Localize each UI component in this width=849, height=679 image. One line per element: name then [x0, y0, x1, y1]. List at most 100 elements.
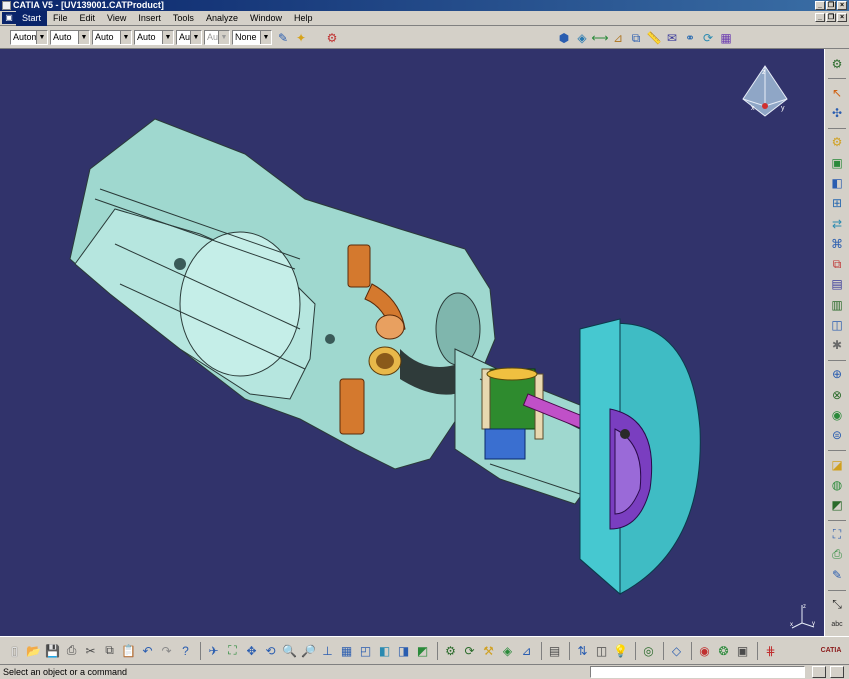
paint-brush-icon[interactable]: ✎	[275, 30, 291, 46]
save-icon[interactable]: 💾	[44, 642, 61, 660]
line-thickness-combo[interactable]: Auto ▼	[92, 30, 132, 45]
shading-icon[interactable]: ◧	[376, 642, 393, 660]
fly-mode-icon[interactable]: ✈	[205, 642, 222, 660]
chevron-down-icon[interactable]: ▼	[36, 31, 47, 44]
annotation-icon[interactable]: ✉	[664, 30, 680, 46]
zoom-in-icon[interactable]: 🔍	[281, 642, 298, 660]
compare-icon[interactable]: ⧉	[628, 30, 644, 46]
chevron-down-icon[interactable]: ▼	[78, 31, 89, 44]
print-icon[interactable]: ⎙	[63, 642, 80, 660]
existing-component-icon[interactable]: ⊞	[828, 195, 846, 212]
close-button[interactable]: ×	[837, 1, 847, 10]
redo-icon[interactable]: ↷	[158, 642, 175, 660]
restore-button[interactable]: ❐	[826, 1, 836, 10]
design-mode-icon[interactable]: ⚒	[480, 642, 497, 660]
chevron-down-icon[interactable]: ▼	[190, 31, 201, 44]
new-product-icon[interactable]: ▣	[828, 154, 846, 171]
end-disc[interactable]	[579, 318, 701, 596]
command-input[interactable]	[590, 666, 805, 678]
iso-view-icon[interactable]: ◰	[357, 642, 374, 660]
doc-minimize-button[interactable]: _	[815, 13, 825, 22]
zoom-out-icon[interactable]: 🔎	[300, 642, 317, 660]
sync-icon[interactable]: ⟳	[700, 30, 716, 46]
links-icon[interactable]: ⚭	[682, 30, 698, 46]
clash-icon[interactable]: ⬢	[556, 30, 572, 46]
annotation-text-icon[interactable]: ✎	[828, 566, 846, 583]
grid-icon[interactable]: ▦	[718, 30, 734, 46]
coincidence-icon[interactable]: ⊗	[828, 386, 846, 403]
isolate-icon[interactable]: ◫	[593, 642, 610, 660]
studio-icon[interactable]: ▣	[734, 642, 751, 660]
manipulate-icon[interactable]: ✣	[828, 105, 846, 122]
axis-system-icon[interactable]: ⤡	[828, 595, 846, 612]
hide-show-icon[interactable]: ◨	[395, 642, 412, 660]
chevron-down-icon[interactable]: ▼	[162, 31, 173, 44]
paste-icon[interactable]: 📋	[120, 642, 137, 660]
split-icon[interactable]: ◪	[828, 456, 846, 473]
reorder-icon[interactable]: ⇅	[574, 642, 591, 660]
menu-analyze[interactable]: Analyze	[200, 11, 244, 26]
bill-of-material-icon[interactable]: ▥	[828, 296, 846, 313]
cut-icon[interactable]: ✂	[82, 642, 99, 660]
new-component-icon[interactable]: ⚙	[828, 134, 846, 151]
assembly-constraint-icon[interactable]: ⚙	[442, 642, 459, 660]
point-type-combo[interactable]: Aut ▼	[176, 30, 202, 45]
assembly-model[interactable]	[0, 49, 824, 636]
menu-tools[interactable]: Tools	[167, 11, 200, 26]
environment-icon[interactable]: ❂	[715, 642, 732, 660]
compass-widget[interactable]: x y z	[735, 64, 795, 124]
multi-instantiation-icon[interactable]: ⧉	[828, 255, 846, 272]
chevron-down-icon[interactable]: ▼	[120, 31, 131, 44]
hole-icon[interactable]: ◍	[828, 476, 846, 493]
visualization-mode-icon[interactable]: ◈	[499, 642, 516, 660]
layer-combo[interactable]: None ▼	[232, 30, 272, 45]
power-input-button[interactable]	[830, 666, 844, 678]
replace-component-icon[interactable]: ⇄	[828, 215, 846, 232]
publication-icon[interactable]: ◫	[828, 316, 846, 333]
rotate-icon[interactable]: ⟲	[262, 642, 279, 660]
menu-help[interactable]: Help	[288, 11, 319, 26]
select-arrow-icon[interactable]: ↖	[828, 84, 846, 101]
measure-icon[interactable]: ⊿	[610, 30, 626, 46]
layers-icon[interactable]: ◇	[668, 642, 685, 660]
swap-visible-icon[interactable]: ◩	[414, 642, 431, 660]
properties-icon[interactable]: ⚙	[324, 30, 340, 46]
line-type-combo[interactable]: Auto ▼	[134, 30, 174, 45]
document-icon[interactable]: ▣	[2, 12, 16, 24]
fit-all-icon[interactable]: ⛶	[224, 642, 241, 660]
new-part-icon[interactable]: ◧	[828, 174, 846, 191]
3d-viewport[interactable]: x y z z y x	[0, 49, 824, 636]
menu-file[interactable]: File	[47, 11, 74, 26]
offset-icon[interactable]: ⊜	[828, 427, 846, 444]
menu-insert[interactable]: Insert	[132, 11, 167, 26]
contact-icon[interactable]: ◉	[828, 406, 846, 423]
normal-view-icon[interactable]: ⊥	[319, 642, 336, 660]
graph-tree-icon[interactable]: ⌘	[828, 235, 846, 252]
cycle-icon[interactable]: ◎	[640, 642, 657, 660]
catia-app-icon[interactable]	[2, 1, 11, 10]
chevron-down-icon[interactable]: ▼	[260, 31, 271, 44]
copy-icon[interactable]: ⧉	[101, 642, 118, 660]
minimize-button[interactable]: _	[815, 1, 825, 10]
lamp-icon[interactable]: 💡	[612, 642, 629, 660]
open-folder-icon[interactable]: 📂	[25, 642, 42, 660]
scene-icon[interactable]: ⛶	[828, 526, 846, 543]
painter-icon[interactable]: ✦	[293, 30, 309, 46]
command-history-button[interactable]	[812, 666, 826, 678]
abc-text-icon[interactable]: abc	[828, 616, 846, 633]
section-icon[interactable]: ◈	[574, 30, 590, 46]
whats-this-icon[interactable]: ?	[177, 642, 194, 660]
pocket-icon[interactable]: ◩	[828, 496, 846, 513]
grid-snap-icon[interactable]: ⋕	[762, 642, 779, 660]
measure-item-icon[interactable]: ⊿	[518, 642, 535, 660]
menu-view[interactable]: View	[101, 11, 132, 26]
multi-view-icon[interactable]: ▦	[338, 642, 355, 660]
constraint-icon[interactable]: ⊕	[828, 366, 846, 383]
material-icon[interactable]: ◉	[696, 642, 713, 660]
menu-edit[interactable]: Edit	[74, 11, 102, 26]
doc-restore-button[interactable]: ❐	[826, 13, 836, 22]
update-icon[interactable]: ⟳	[461, 642, 478, 660]
doc-close-button[interactable]: ×	[837, 13, 847, 22]
new-file-icon[interactable]: ▯	[6, 642, 23, 660]
ruler-icon[interactable]: 📏	[646, 30, 662, 46]
